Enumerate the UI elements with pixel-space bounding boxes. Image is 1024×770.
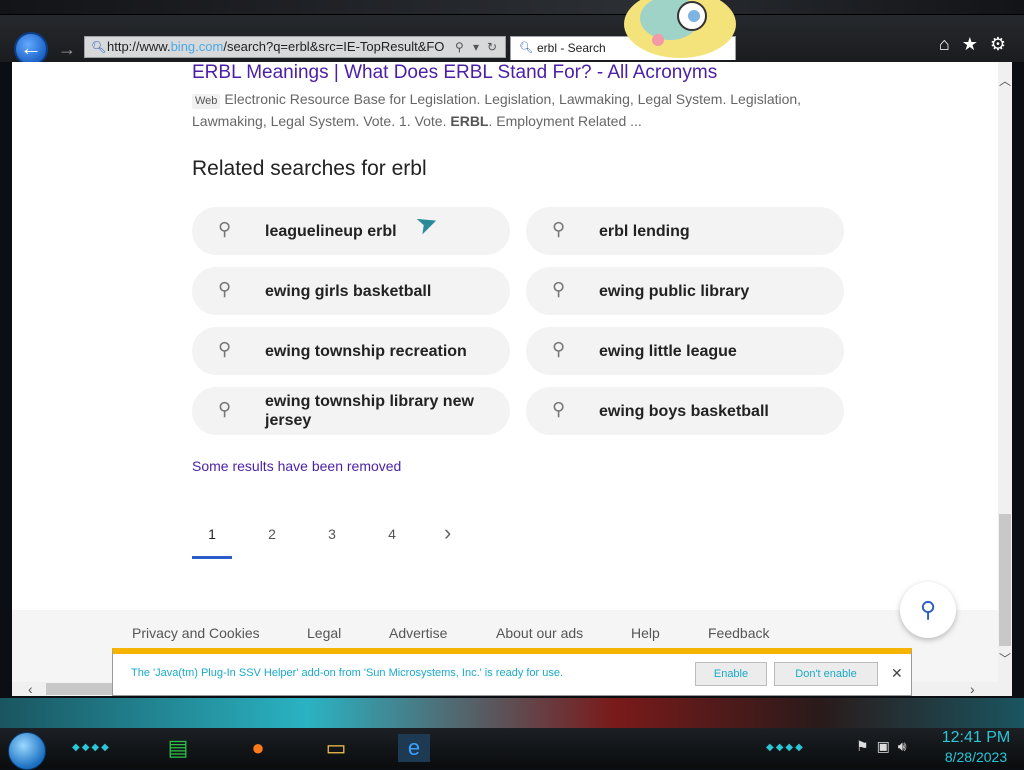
related-search-item[interactable]: ⚲ leaguelineup erbl <box>192 207 510 255</box>
search-icon: 🔍︎ <box>91 40 107 54</box>
gear-icon[interactable]: ⚙ <box>990 34 1006 54</box>
snippet-end: . Employment Related ... <box>488 113 642 129</box>
scroll-up-chevron-icon[interactable]: ︿ <box>998 72 1012 89</box>
related-search-label: erbl lending <box>599 222 690 240</box>
clock-time: 12:41 PM <box>941 729 1011 746</box>
dont-enable-button[interactable]: Don't enable <box>774 662 878 686</box>
favorites-star-icon[interactable]: ★ <box>962 34 978 54</box>
page-link-2[interactable]: 2 <box>252 526 292 542</box>
search-icon: ⚲ <box>552 339 566 359</box>
notes-app-icon[interactable]: ▤ <box>162 734 194 762</box>
scroll-left-chevron-icon[interactable]: ‹ <box>28 681 33 697</box>
search-icon: ⚲ <box>218 219 232 239</box>
scroll-right-chevron-icon[interactable]: › <box>970 681 975 697</box>
clock-date: 8/28/2023 <box>944 749 1008 765</box>
related-search-item[interactable]: ⚲ ewing boys basketball <box>526 387 844 435</box>
scrollbar-thumb[interactable] <box>999 514 1011 646</box>
desktop-wallpaper-strip <box>0 698 1024 728</box>
related-search-item[interactable]: ⚲ erbl lending <box>526 207 844 255</box>
current-page-indicator <box>192 556 232 559</box>
page-viewport: ERBL Meanings | What Does ERBL Stand For… <box>12 62 998 696</box>
volume-icon[interactable]: 🔊︎ <box>898 738 907 754</box>
address-search-icon[interactable]: ⚲ <box>455 37 464 57</box>
back-arrow-icon: ← <box>20 35 42 60</box>
internet-explorer-icon[interactable]: e <box>398 734 430 762</box>
start-button[interactable] <box>8 732 46 770</box>
addon-notification-bar: The 'Java(tm) Plug-In SSV Helper' add-on… <box>112 648 912 696</box>
search-icon: ⚲ <box>218 399 232 419</box>
tab-search-icon: 🔍︎ <box>519 42 533 54</box>
forward-arrow-icon: → <box>58 39 76 59</box>
footer-link-about-ads[interactable]: About our ads <box>496 625 583 641</box>
window-titlebar <box>0 0 1024 15</box>
firefox-icon[interactable]: ● <box>242 734 274 762</box>
forward-button[interactable]: → <box>56 38 78 60</box>
related-search-label: ewing township recreation <box>265 342 467 360</box>
next-page-chevron-icon[interactable]: › <box>444 520 451 546</box>
address-dropdown-icon[interactable]: ▾ <box>473 37 479 57</box>
snippet-bold: ERBL <box>450 113 489 129</box>
enable-button[interactable]: Enable <box>695 662 767 686</box>
vertical-scrollbar[interactable]: ︿ ﹀ <box>998 62 1012 682</box>
tab-label: erbl - Search <box>537 41 606 55</box>
related-search-label: leaguelineup erbl <box>265 222 397 240</box>
page-link-4[interactable]: 4 <box>372 526 412 542</box>
related-search-item[interactable]: ⚲ ewing township library new jersey <box>192 387 510 435</box>
related-search-label: ewing little league <box>599 342 737 360</box>
footer-link-privacy[interactable]: Privacy and Cookies <box>132 625 260 641</box>
search-icon: ⚲ <box>218 279 232 299</box>
url-prefix: http://www. <box>107 39 171 54</box>
system-tray: ⚑ ▣ 🔊︎ <box>856 738 915 755</box>
network-icon[interactable]: ▣ <box>877 738 890 754</box>
mascot-decoration <box>618 0 742 58</box>
back-button[interactable]: ← <box>14 32 48 66</box>
result-title-link[interactable]: ERBL Meanings | What Does ERBL Stand For… <box>192 62 717 84</box>
taskbar-decoration: ◆◆◆◆ <box>72 742 111 753</box>
related-search-label: ewing township library new jersey <box>265 393 474 429</box>
file-explorer-icon[interactable]: ▭ <box>320 734 352 762</box>
footer-link-help[interactable]: Help <box>631 625 660 641</box>
related-search-item[interactable]: ⚲ ewing township recreation <box>192 327 510 375</box>
home-icon[interactable]: ⌂ <box>939 34 950 54</box>
url-path: /search?q=erbl&src=IE-TopResult&FO <box>223 39 445 54</box>
search-icon: ⚲ <box>552 399 566 419</box>
results-removed-link[interactable]: Some results have been removed <box>192 458 401 474</box>
browser-toolbar-right: ⌂ ★ ⚙ <box>927 34 1006 55</box>
related-search-label: ewing public library <box>599 282 750 300</box>
refresh-icon[interactable]: ↻ <box>487 37 497 57</box>
taskbar-clock[interactable]: 12:41 PM 8/28/2023 <box>936 728 1016 766</box>
footer-link-feedback[interactable]: Feedback <box>708 625 769 641</box>
browser-chrome: ← → 🔍︎ http://www.bing.com/search?q=erbl… <box>0 0 1024 66</box>
related-search-label: ewing boys basketball <box>599 402 769 420</box>
related-searches-heading: Related searches for erbl <box>192 157 427 180</box>
scroll-down-chevron-icon[interactable]: ﹀ <box>998 650 1012 667</box>
related-search-item[interactable]: ⚲ ewing little league <box>526 327 844 375</box>
related-search-label: ewing girls basketball <box>265 282 432 300</box>
footer-link-advertise[interactable]: Advertise <box>389 625 447 641</box>
page-link-1[interactable]: 1 <box>192 526 232 542</box>
search-icon: ⚲ <box>552 279 566 299</box>
close-icon[interactable]: ✕ <box>891 665 903 682</box>
address-bar[interactable]: 🔍︎ http://www.bing.com/search?q=erbl&src… <box>84 36 506 58</box>
search-icon: ⚲ <box>919 597 937 622</box>
address-url[interactable]: http://www.bing.com/search?q=erbl&src=IE… <box>107 37 447 57</box>
result-snippet: Web Electronic Resource Base for Legislat… <box>192 88 832 132</box>
floating-search-button[interactable]: ⚲ <box>900 582 956 638</box>
flag-icon[interactable]: ⚑ <box>856 738 869 754</box>
related-search-item[interactable]: ⚲ ewing girls basketball <box>192 267 510 315</box>
related-search-item[interactable]: ⚲ ewing public library <box>526 267 844 315</box>
footer-link-legal[interactable]: Legal <box>307 625 341 641</box>
url-domain: bing.com <box>170 39 224 54</box>
search-icon: ⚲ <box>552 219 566 239</box>
search-icon: ⚲ <box>218 339 232 359</box>
page-link-3[interactable]: 3 <box>312 526 352 542</box>
taskbar-decoration: ◆◆◆◆ <box>766 742 805 753</box>
web-badge: Web <box>192 94 221 109</box>
notification-message: The 'Java(tm) Plug-In SSV Helper' add-on… <box>131 667 564 679</box>
